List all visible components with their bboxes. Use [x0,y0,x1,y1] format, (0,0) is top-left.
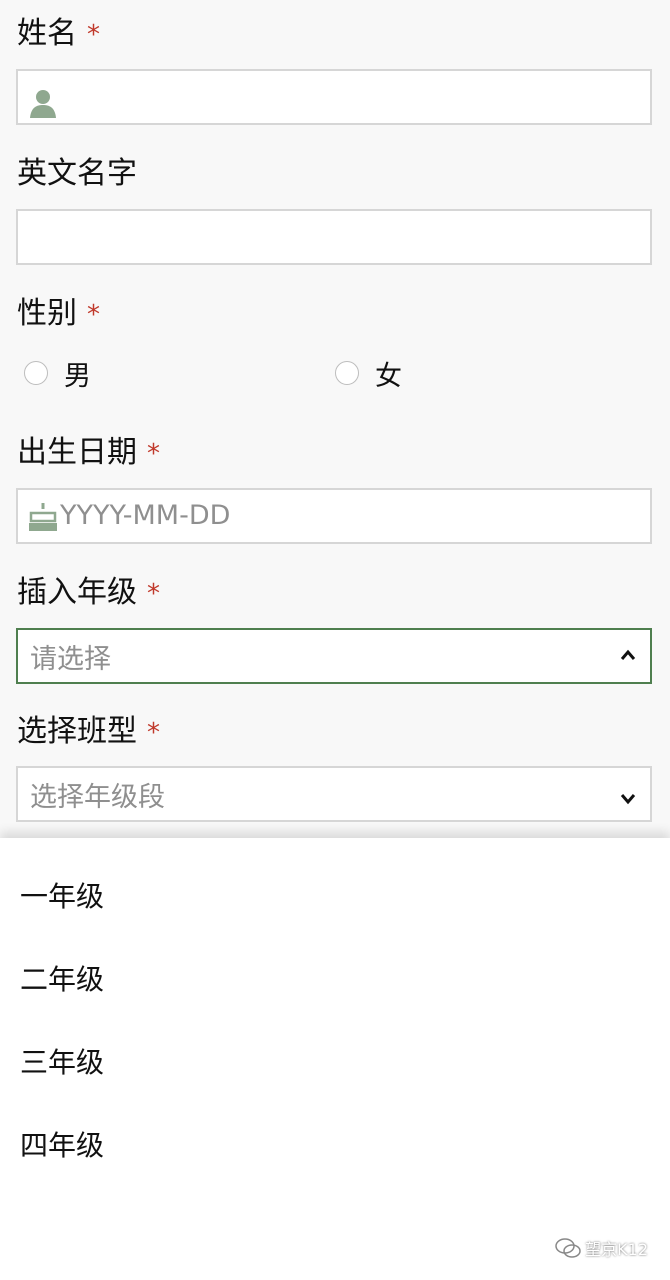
chevron-down-icon [620,794,636,805]
dropdown-option[interactable]: 四年级 [20,1127,104,1165]
gender-option-female-label: 女 [375,361,402,392]
class-type-label: 选择班型 * [17,714,160,749]
registration-page: 姓名 * 英文名字 性别 * 男 女 出生日期 * YYYY-MM-DD 插入年… [0,0,670,1280]
required-mark: * [87,20,100,50]
watermark: 望京K12 [555,1236,648,1260]
dropdown-option[interactable]: 三年级 [20,1044,104,1082]
english-name-label: 英文名字 [17,156,137,191]
english-name-input[interactable] [16,209,652,265]
watermark-text: 望京K12 [585,1240,648,1259]
name-label: 姓名 * [17,16,100,51]
class-type-select[interactable]: 选择年级段 [16,766,652,822]
required-mark: * [147,718,160,748]
gender-label: 性别 * [17,296,100,331]
required-mark: * [147,439,160,469]
person-icon [30,90,56,118]
class-type-placeholder: 选择年级段 [30,782,165,813]
birthday-cake-icon [29,503,57,531]
gender-radio-male[interactable] [24,361,48,385]
wechat-icon [555,1238,581,1258]
birthdate-label: 出生日期 * [17,435,160,470]
required-mark: * [147,579,160,609]
dropdown-option[interactable]: 一年级 [20,878,104,916]
gender-option-male-label: 男 [64,361,91,392]
dropdown-option[interactable]: 二年级 [20,961,104,999]
grade-label: 插入年级 * [17,575,160,610]
grade-placeholder: 请选择 [30,644,111,675]
grade-select[interactable]: 请选择 [16,628,652,684]
birthdate-input[interactable]: YYYY-MM-DD [16,488,652,544]
chevron-up-icon [620,649,636,660]
grade-dropdown-sheet: 一年级 二年级 三年级 四年级 望京K12 [0,838,670,1280]
birthdate-placeholder: YYYY-MM-DD [60,500,231,531]
required-mark: * [87,300,100,330]
name-input[interactable] [16,69,652,125]
gender-radio-female[interactable] [335,361,359,385]
